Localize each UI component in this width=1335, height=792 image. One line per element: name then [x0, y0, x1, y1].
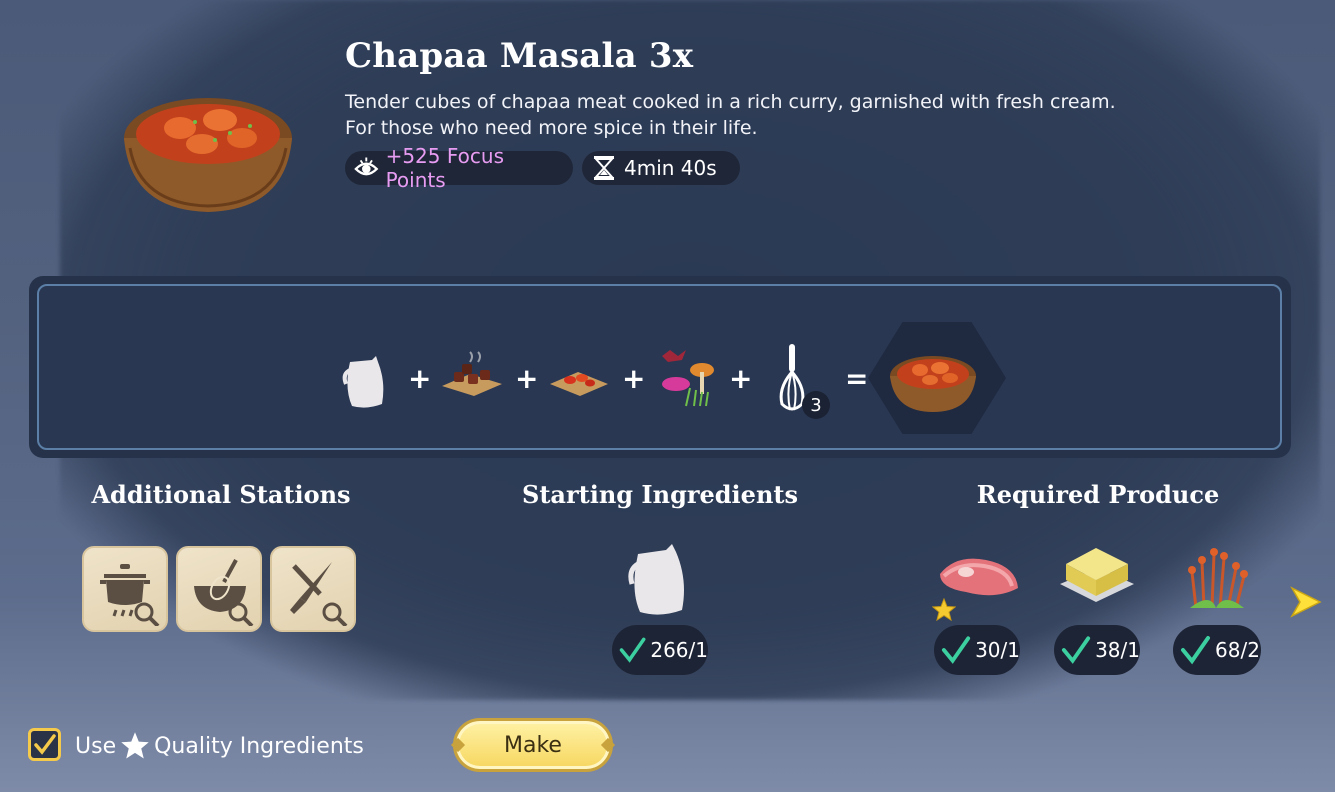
starting-count-text: 266/1	[650, 638, 708, 662]
starting-ingredients-heading: Starting Ingredients	[522, 480, 798, 509]
plus-operator: +	[408, 362, 432, 395]
quality-star-icon	[931, 597, 957, 626]
hourglass-icon	[593, 156, 615, 180]
recipe-title: Chapaa Masala 3x	[345, 36, 694, 76]
chopped-meat-board-icon	[440, 350, 504, 402]
station-cooking-pot[interactable]	[82, 546, 168, 632]
focus-points-text: +525 Focus Points	[385, 144, 504, 192]
cook-time-badge: 4min 40s	[582, 151, 740, 185]
knife-cutting-icon	[290, 562, 348, 626]
quality-ingredients-checkbox[interactable]	[28, 728, 61, 761]
required-produce-heading: Required Produce	[976, 480, 1220, 509]
plus-operator: +	[729, 362, 753, 395]
result-bowl-icon	[888, 348, 978, 418]
milk-jug-icon	[342, 352, 390, 414]
next-page-arrow-icon[interactable]	[1288, 584, 1324, 624]
use-label: Use	[75, 733, 117, 759]
sliced-peppers-board-icon	[548, 358, 610, 402]
cooking-pot-icon	[100, 564, 160, 626]
recipe-description-line-2: For those who need more spice in their l…	[345, 117, 758, 139]
produce-count-text: 30/1	[975, 638, 1020, 662]
mixing-bowl-whisk-icon	[194, 559, 254, 626]
produce-count-badge-sprouts: 68/2	[1173, 625, 1261, 675]
quality-ingredients-label: Use Quality Ingredients	[75, 731, 364, 761]
star-icon	[121, 732, 149, 759]
plus-operator: +	[622, 362, 646, 395]
equals-operator: =	[845, 362, 869, 395]
checkmark-icon	[1181, 636, 1210, 665]
chapaa-masala-bowl-icon	[120, 78, 295, 216]
checkmark-icon	[619, 637, 646, 663]
recipe-description: Tender cubes of chapaa meat cooked in a …	[345, 89, 1165, 141]
checkmark-icon	[34, 734, 56, 755]
produce-count-text: 38/1	[1095, 638, 1140, 662]
button-ornament-left	[450, 737, 466, 753]
recipe-description-line-1: Tender cubes of chapaa meat cooked in a …	[345, 91, 1116, 113]
spice-mushroom-icon	[656, 348, 720, 414]
quality-text: Quality Ingredients	[154, 733, 364, 759]
additional-stations-heading: Additional Stations	[91, 480, 351, 509]
focus-points-badge: +525 Focus Points	[345, 144, 573, 192]
spice-sprouts-icon	[1180, 542, 1254, 614]
button-ornament-right	[600, 737, 616, 753]
station-cutting[interactable]	[270, 546, 356, 632]
plus-operator: +	[515, 362, 539, 395]
checkmark-icon	[941, 636, 971, 664]
produce-count-badge-meat: 30/1	[934, 625, 1020, 675]
cook-time-text: 4min 40s	[624, 156, 717, 180]
whisk-count-badge: 3	[802, 391, 830, 419]
make-button-label: Make	[504, 732, 562, 758]
produce-count-text: 68/2	[1215, 638, 1260, 662]
checkmark-icon	[1061, 636, 1091, 664]
produce-count-badge-butter: 38/1	[1054, 625, 1140, 675]
eye-icon	[354, 157, 379, 176]
butter-icon	[1056, 540, 1136, 608]
station-mixing-bowl[interactable]	[176, 546, 262, 632]
make-button[interactable]: Make	[450, 718, 616, 772]
starting-count-badge: 266/1	[612, 625, 708, 675]
starting-milk-jug-icon	[626, 540, 694, 622]
